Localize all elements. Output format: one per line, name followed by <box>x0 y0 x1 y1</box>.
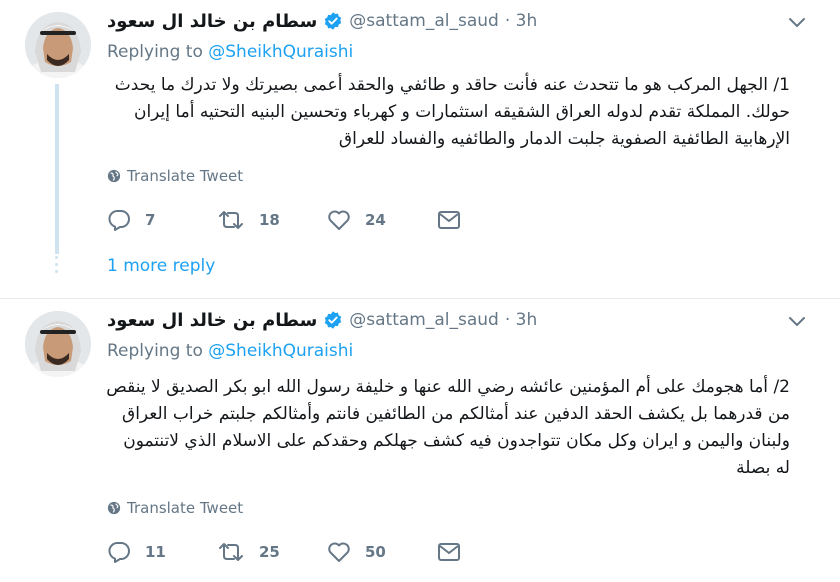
replying-prefix: Replying to <box>107 42 203 62</box>
thread-line <box>55 84 59 254</box>
tweet-header: سطام بن خالد ال سعود @sattam_al_saud · 3… <box>107 307 537 333</box>
replying-to: Replying to @SheikhQuraishi <box>107 42 353 62</box>
reply-button[interactable]: 11 <box>107 537 166 567</box>
translate-tweet-link[interactable]: Translate Tweet <box>107 167 243 185</box>
translate-label: Translate Tweet <box>127 167 244 185</box>
translate-label: Translate Tweet <box>127 499 244 517</box>
tweet-text: 2/ أما هجومك على أم المؤمنين عائشه رضي ا… <box>106 377 790 478</box>
tweet-actions: 11 25 50 <box>107 537 467 567</box>
like-button[interactable]: 50 <box>327 537 386 567</box>
retweet-count: 18 <box>259 211 280 229</box>
tweet-text: 1/ الجهل المركب هو ما تتحدث عنه فأنت حاق… <box>114 75 790 149</box>
envelope-icon <box>438 543 460 561</box>
replying-prefix: Replying to <box>107 341 203 361</box>
replying-to: Replying to @SheikhQuraishi <box>107 341 353 361</box>
like-count: 50 <box>365 543 386 561</box>
tweet[interactable]: سطام بن خالد ال سعود @sattam_al_saud · 3… <box>0 0 840 298</box>
thread-dots <box>52 256 60 277</box>
reply-button[interactable]: 7 <box>107 205 155 235</box>
display-name[interactable]: سطام بن خالد ال سعود <box>107 310 317 331</box>
reply-count: 7 <box>145 211 156 229</box>
verified-badge-icon <box>323 310 343 330</box>
handle[interactable]: @sattam_al_saud <box>349 11 499 31</box>
envelope-icon <box>438 211 460 229</box>
replying-mention-link[interactable]: @SheikhQuraishi <box>208 42 353 62</box>
timestamp[interactable]: · 3h <box>505 11 537 31</box>
more-replies-link[interactable]: 1 more reply <box>107 256 215 276</box>
direct-message-button[interactable] <box>437 537 461 567</box>
replying-mention-link[interactable]: @SheikhQuraishi <box>208 341 353 361</box>
tweet-header: سطام بن خالد ال سعود @sattam_al_saud · 3… <box>107 8 537 34</box>
globe-icon <box>107 501 121 515</box>
tweet[interactable]: سطام بن خالد ال سعود @sattam_al_saud · 3… <box>0 298 840 582</box>
handle[interactable]: @sattam_al_saud <box>349 310 499 330</box>
display-name[interactable]: سطام بن خالد ال سعود <box>107 11 317 32</box>
retweet-count: 25 <box>259 543 280 561</box>
avatar[interactable] <box>25 12 91 78</box>
heart-icon <box>328 542 350 562</box>
retweet-icon <box>219 211 243 229</box>
like-count: 24 <box>365 211 386 229</box>
like-button[interactable]: 24 <box>327 205 386 235</box>
translate-tweet-link[interactable]: Translate Tweet <box>107 499 243 517</box>
chevron-down-icon[interactable] <box>788 14 806 28</box>
retweet-button[interactable]: 18 <box>217 205 280 235</box>
heart-icon <box>328 210 350 230</box>
globe-icon <box>107 169 121 183</box>
retweet-icon <box>219 543 243 561</box>
timestamp[interactable]: · 3h <box>505 310 537 330</box>
reply-icon <box>108 542 130 563</box>
tweet-actions: 7 18 24 <box>107 205 467 235</box>
retweet-button[interactable]: 25 <box>217 537 280 567</box>
avatar[interactable] <box>25 311 91 377</box>
chevron-down-icon[interactable] <box>788 313 806 327</box>
verified-badge-icon <box>323 11 343 31</box>
direct-message-button[interactable] <box>437 205 461 235</box>
reply-count: 11 <box>145 543 166 561</box>
reply-icon <box>108 210 130 231</box>
